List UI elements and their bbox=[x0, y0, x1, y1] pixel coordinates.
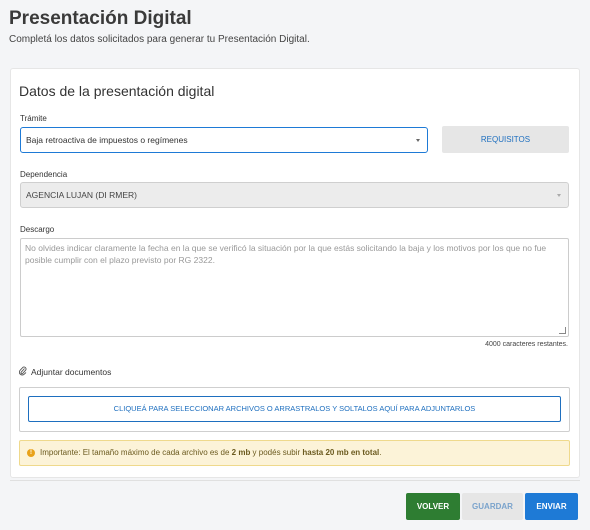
char-counter: 4000 caracteres restantes. bbox=[485, 341, 568, 348]
alert-total: hasta 20 mb en total bbox=[302, 448, 380, 457]
dependencia-label: Dependencia bbox=[20, 170, 68, 179]
resize-handle-icon[interactable] bbox=[559, 327, 566, 334]
descargo-placeholder: No olvides indicar claramente la fecha e… bbox=[25, 243, 547, 265]
alert-text-prefix: Importante: El tamaño máximo de cada arc… bbox=[40, 448, 232, 457]
chevron-down-icon bbox=[557, 194, 561, 197]
alert-text-middle: y podés subir bbox=[250, 448, 303, 457]
attach-label: Adjuntar documentos bbox=[31, 367, 112, 377]
descargo-textarea[interactable]: No olvides indicar claramente la fecha e… bbox=[20, 238, 569, 337]
size-alert: ! Importante: El tamaño máximo de cada a… bbox=[19, 440, 570, 466]
back-button[interactable]: VOLVER bbox=[406, 493, 460, 520]
tramite-select[interactable]: Baja retroactiva de impuestos o regímene… bbox=[20, 127, 428, 153]
footer-divider bbox=[10, 480, 580, 481]
alert-size: 2 mb bbox=[231, 448, 251, 457]
dependencia-value: AGENCIA LUJAN (DI RMER) bbox=[26, 190, 137, 200]
page-title: Presentación Digital bbox=[9, 8, 192, 29]
descargo-label: Descargo bbox=[20, 225, 55, 234]
info-icon: ! bbox=[27, 449, 35, 457]
form-card: Datos de la presentación digital Trámite… bbox=[10, 68, 580, 478]
attach-label-row: Adjuntar documentos bbox=[19, 366, 111, 377]
dependencia-select[interactable]: AGENCIA LUJAN (DI RMER) bbox=[20, 182, 569, 208]
tramite-label: Trámite bbox=[20, 114, 47, 123]
chevron-down-icon bbox=[416, 139, 420, 142]
alert-text-suffix: . bbox=[379, 448, 382, 457]
requisitos-button[interactable]: REQUISITOS bbox=[442, 126, 569, 153]
paperclip-icon bbox=[19, 366, 27, 376]
tramite-value: Baja retroactiva de impuestos o regímene… bbox=[26, 135, 188, 145]
dropzone-container: CLIQUEÁ PARA SELECCIONAR ARCHIVOS O ARRA… bbox=[19, 387, 570, 432]
save-button[interactable]: GUARDAR bbox=[462, 493, 523, 520]
send-button[interactable]: ENVIAR bbox=[525, 493, 578, 520]
section-title: Datos de la presentación digital bbox=[19, 83, 215, 99]
page-subtitle: Completá los datos solicitados para gene… bbox=[9, 34, 310, 45]
file-dropzone[interactable]: CLIQUEÁ PARA SELECCIONAR ARCHIVOS O ARRA… bbox=[28, 396, 561, 422]
